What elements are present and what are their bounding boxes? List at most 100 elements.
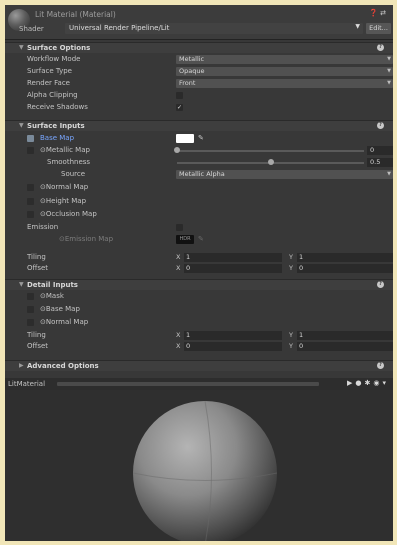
metallic-slider-track[interactable] [177, 150, 364, 152]
height-map-texture-slot[interactable] [27, 198, 34, 205]
row-emission: Emission [5, 223, 393, 233]
detail-tiling-y-value[interactable]: 1 [297, 331, 393, 340]
row-offset: Offset X0 Y0 [5, 264, 393, 274]
alpha-clipping-checkbox[interactable] [176, 92, 183, 99]
metallic-slider-handle[interactable] [174, 147, 180, 153]
preview-controls: ▶●✱◉▾ [347, 379, 389, 387]
detail-offset-x-value[interactable]: 0 [184, 342, 282, 351]
foldout-closed-icon: ▶ [19, 362, 24, 369]
section-surface-inputs[interactable]: ▼ Surface Inputs ? [5, 120, 393, 131]
row-detail-tiling: Tiling X1 Y1 [5, 331, 393, 341]
label-receive-shadows: Receive Shadows [27, 103, 88, 111]
preview-resize-handle[interactable] [57, 382, 319, 386]
row-detail-base-map: ⊙Base Map [5, 305, 393, 315]
sphere-mesh-icon[interactable]: ● [355, 379, 364, 387]
section-title: Detail Inputs [27, 281, 78, 289]
metallic-map-text: Metallic Map [45, 146, 90, 154]
row-render-face: Render Face Front ▼ [5, 79, 393, 89]
row-source: Source Metallic Alpha ▼ [5, 170, 393, 180]
label-normal-map: ⊙Normal Map [40, 183, 89, 191]
label-offset: Offset [27, 264, 49, 272]
source-dropdown[interactable]: Metallic Alpha ▼ [176, 170, 393, 179]
help-icon[interactable]: ? [377, 362, 384, 369]
shader-value: Universal Render Pipeline/Lit [69, 24, 170, 32]
dropdown-value: Metallic [179, 55, 205, 63]
label-detail-tiling: Tiling [27, 331, 46, 339]
render-face-dropdown[interactable]: Front ▼ [176, 79, 393, 88]
section-surface-options[interactable]: ▼ Surface Options ? [5, 42, 393, 53]
metallic-map-texture-slot[interactable] [27, 147, 34, 154]
offset-y-value[interactable]: 0 [297, 264, 393, 273]
smoothness-value-field[interactable]: 0.5 [367, 158, 393, 167]
base-map-texture-slot[interactable] [27, 135, 34, 142]
help-icon[interactable]: ? [377, 44, 384, 51]
help-icon[interactable]: ? [377, 281, 384, 288]
row-detail-normal-map: ⊙Normal Map [5, 318, 393, 328]
label-alpha-clipping: Alpha Clipping [27, 91, 78, 99]
dropdown-value: Front [179, 79, 196, 87]
row-emission-map: ⊙Emission Map HDR ✎ [5, 235, 393, 245]
axis-x-label: X [176, 253, 181, 261]
emission-hdr-swatch[interactable]: HDR [176, 235, 194, 244]
row-detail-mask: ⊙Mask [5, 292, 393, 302]
label-detail-offset: Offset [27, 342, 49, 350]
height-map-text: Height Map [45, 197, 87, 205]
tiling-y-value[interactable]: 1 [297, 253, 393, 262]
inspector-header: Lit Material (Material) ❓⇄ Shader Univer… [5, 5, 393, 40]
row-surface-type: Surface Type Opaque ▼ [5, 67, 393, 77]
edit-shader-button[interactable]: Edit... [366, 23, 391, 34]
axis-y-label: Y [289, 331, 293, 339]
detail-tiling-x-value[interactable]: 1 [184, 331, 282, 340]
label-height-map: ⊙Height Map [40, 197, 87, 205]
chevron-down-icon: ▼ [355, 23, 360, 30]
occlusion-map-text: Occlusion Map [45, 210, 97, 218]
axis-x-label: X [176, 264, 181, 272]
metallic-value-field[interactable]: 0 [367, 146, 393, 155]
normal-map-texture-slot[interactable] [27, 184, 34, 191]
detail-offset-y-value[interactable]: 0 [297, 342, 393, 351]
receive-shadows-checkbox[interactable]: ✓ [176, 104, 183, 111]
row-metallic-map: ⊙Metallic Map 0 [5, 146, 393, 156]
detail-mask-texture-slot[interactable] [27, 293, 34, 300]
eyedropper-icon[interactable]: ✎ [198, 134, 204, 142]
axis-x-label: X [176, 342, 181, 350]
section-detail-inputs[interactable]: ▼ Detail Inputs ? [5, 279, 393, 290]
detail-base-map-texture-slot[interactable] [27, 306, 34, 313]
row-receive-shadows: Receive Shadows ✓ [5, 103, 393, 113]
smoothness-slider-handle[interactable] [267, 159, 274, 165]
settings-icon[interactable]: ⇄ [380, 9, 388, 17]
row-detail-offset: Offset X0 Y0 [5, 342, 393, 352]
label-tiling: Tiling [27, 253, 46, 261]
help-icon[interactable]: ? [377, 122, 384, 129]
base-color-swatch[interactable] [176, 134, 194, 143]
row-occlusion-map: ⊙Occlusion Map [5, 210, 393, 220]
foldout-open-icon: ▼ [19, 281, 24, 288]
eyedropper-icon[interactable]: ✎ [198, 235, 204, 243]
detail-normal-map-texture-slot[interactable] [27, 319, 34, 326]
emission-checkbox[interactable] [176, 224, 183, 231]
emission-map-text: Emission Map [64, 235, 114, 243]
workflow-mode-dropdown[interactable]: Metallic ▼ [176, 55, 393, 64]
chevron-down-icon: ▼ [387, 56, 391, 62]
material-preview[interactable] [5, 390, 393, 541]
row-smoothness: Smoothness 0.5 [5, 158, 393, 168]
row-base-map: Base Map ✎ [5, 134, 393, 144]
preview-toolbar: LitMaterial ▶●✱◉▾ [5, 378, 393, 390]
row-alpha-clipping: Alpha Clipping [5, 91, 393, 101]
background-icon[interactable]: ◉▾ [373, 379, 389, 387]
shader-dropdown[interactable]: Universal Render Pipeline/Lit ▼ [65, 23, 363, 34]
section-title: Advanced Options [27, 362, 99, 370]
label-emission: Emission [27, 223, 59, 231]
tiling-x-value[interactable]: 1 [184, 253, 282, 262]
surface-type-dropdown[interactable]: Opaque ▼ [176, 67, 393, 76]
offset-x-value[interactable]: 0 [184, 264, 282, 273]
section-advanced-options[interactable]: ▶ Advanced Options ? [5, 360, 393, 371]
section-title: Surface Inputs [27, 122, 85, 130]
label-detail-base-map: ⊙Base Map [40, 305, 80, 313]
label-base-map: Base Map [40, 134, 75, 142]
header-icons: ❓⇄ [369, 9, 388, 17]
shader-label: Shader [19, 25, 44, 33]
row-height-map: ⊙Height Map [5, 197, 393, 207]
help-icon[interactable]: ❓ [369, 9, 380, 17]
occlusion-map-texture-slot[interactable] [27, 211, 34, 218]
